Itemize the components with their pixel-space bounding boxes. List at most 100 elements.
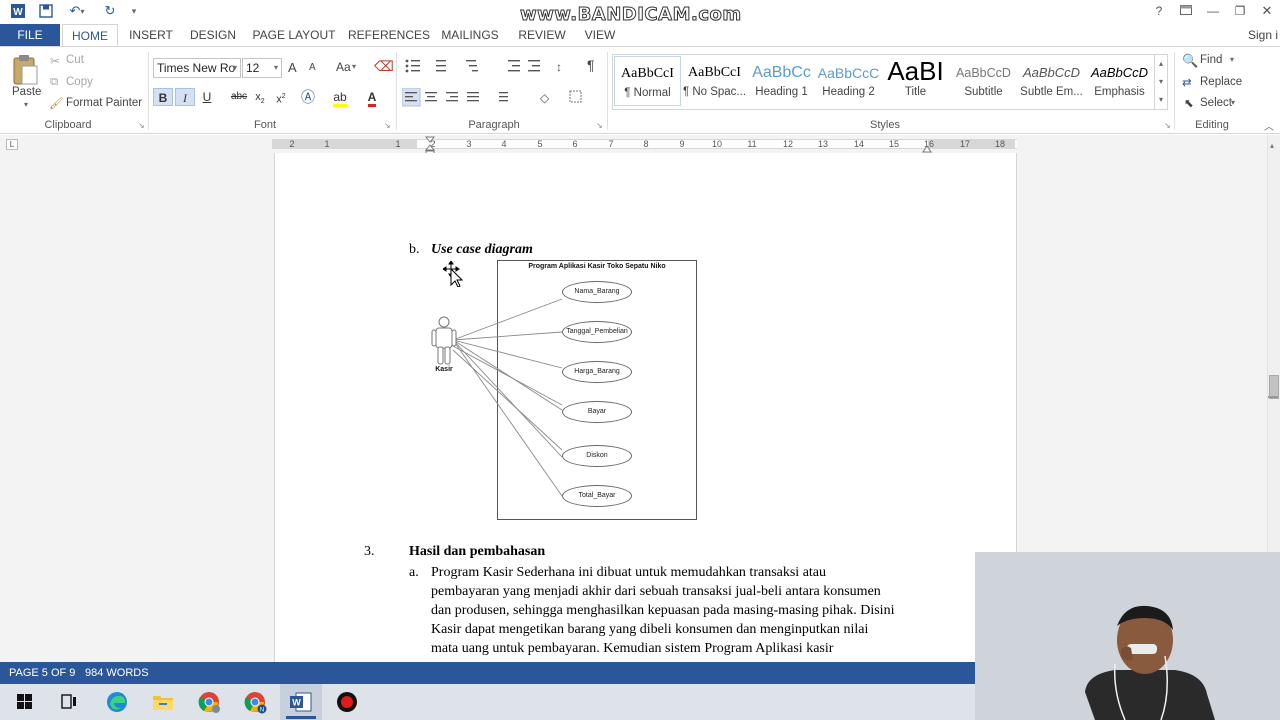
ruler-number: 3: [466, 139, 472, 149]
ruler-number: 1: [395, 139, 401, 149]
copy-button[interactable]: Copy: [66, 76, 93, 88]
bandicam-record-icon[interactable]: [334, 690, 360, 714]
help-button[interactable]: ?: [1146, 2, 1172, 20]
edge-browser-icon[interactable]: [104, 690, 130, 714]
tab-page-layout[interactable]: PAGE LAYOUT: [252, 24, 336, 46]
use-case-tanggal-pembelian[interactable]: Tanggal_Pembelian: [562, 321, 632, 343]
divider: [607, 52, 608, 130]
close-icon[interactable]: ✕: [1254, 2, 1280, 20]
word-count[interactable]: 984 WORDS: [85, 664, 149, 682]
ribbon-display-options-icon[interactable]: [1173, 2, 1199, 20]
tab-design[interactable]: DESIGN: [186, 24, 240, 46]
word-taskbar-icon[interactable]: W: [288, 690, 314, 714]
paragraph-group-label: Paragraph: [468, 119, 520, 131]
restore-icon[interactable]: ❐: [1227, 2, 1253, 20]
styles-launcher-icon[interactable]: ↘: [1164, 121, 1171, 130]
sign-in-link[interactable]: Sign i: [1248, 24, 1278, 46]
style-preview: AaBbCc: [752, 64, 811, 81]
change-case-button[interactable]: Aa: [336, 60, 351, 74]
shrink-font-button[interactable]: A: [309, 62, 316, 73]
tab-view[interactable]: VIEW: [580, 24, 620, 46]
gallery-scroll-icon[interactable]: ▴ ▾ ▾: [1154, 55, 1167, 109]
use-case-diskon[interactable]: Diskon: [562, 445, 632, 467]
tab-file[interactable]: FILE: [0, 24, 60, 46]
minimize-icon[interactable]: —: [1200, 2, 1226, 20]
paragraph-line: pembayaran yang menjadi akhir dari sebua…: [431, 584, 881, 599]
strikethrough-button[interactable]: abc: [228, 88, 250, 106]
show-formatting-marks-button[interactable]: ¶: [587, 57, 595, 73]
chrome-icon[interactable]: [196, 690, 222, 714]
file-explorer-icon[interactable]: [150, 690, 176, 714]
underline-button[interactable]: U: [197, 88, 217, 106]
undo-icon[interactable]: ↶ ▾: [64, 2, 90, 20]
tab-insert[interactable]: INSERT: [126, 24, 176, 46]
style-normal[interactable]: AaBbCcI ¶ Normal: [614, 56, 681, 106]
customize-quick-access-icon[interactable]: ▾: [124, 2, 144, 20]
use-case-harga-barang[interactable]: Harga_Barang: [562, 361, 632, 383]
clipboard-group-label: Clipboard: [44, 119, 92, 131]
tab-references[interactable]: REFERENCES: [348, 24, 430, 46]
webcam-overlay: [975, 552, 1280, 720]
svg-text:↕: ↕: [556, 60, 562, 74]
font-color-icon[interactable]: A: [362, 88, 382, 107]
style-subtitle[interactable]: AaBbCcD Subtitle: [950, 56, 1017, 106]
style-title[interactable]: AaBI Title: [882, 56, 949, 106]
use-case-bayar[interactable]: Bayar: [562, 401, 632, 423]
actor-icon[interactable]: [430, 316, 458, 366]
redo-icon[interactable]: ↻: [100, 2, 120, 20]
chrome-profile-icon[interactable]: N: [242, 690, 268, 714]
clipboard-launcher-icon[interactable]: ↘: [138, 121, 145, 130]
tab-home[interactable]: HOME: [62, 24, 118, 46]
superscript-button[interactable]: x2: [271, 88, 291, 106]
select-button[interactable]: Select: [1200, 97, 1232, 109]
font-name-input[interactable]: Times New Ro ▾: [153, 58, 241, 78]
ruler-number: 2: [289, 139, 295, 149]
font-group-label: Font: [253, 119, 276, 131]
word-app-icon[interactable]: W: [8, 2, 28, 20]
tab-selector-icon[interactable]: L: [6, 139, 18, 150]
paste-icon[interactable]: [10, 54, 40, 88]
tab-mailings[interactable]: MAILINGS: [438, 24, 502, 46]
style-subtle-emphasis[interactable]: AaBbCcD Subtle Em...: [1018, 56, 1085, 106]
replace-button[interactable]: Replace: [1200, 76, 1242, 88]
subscript-button[interactable]: x2: [250, 88, 270, 106]
paste-dropdown-icon[interactable]: ▾: [24, 100, 28, 109]
task-view-icon[interactable]: [56, 690, 82, 714]
style-preview: AaBbCcD: [956, 66, 1011, 80]
font-launcher-icon[interactable]: ↘: [384, 121, 391, 130]
right-indent-marker-icon[interactable]: [922, 142, 932, 153]
actor-label: Kasir: [435, 366, 453, 373]
highlight-color-icon[interactable]: ab: [330, 88, 350, 107]
scroll-up-icon[interactable]: ▴: [1270, 141, 1274, 150]
style-name: Title: [904, 86, 927, 98]
format-painter-button[interactable]: Format Painter: [66, 97, 142, 109]
font-size-input[interactable]: 12 ▾: [242, 58, 282, 78]
find-button[interactable]: Find: [1200, 54, 1222, 66]
taskbar: [0, 684, 975, 720]
page-counter[interactable]: PAGE 5 OF 9: [9, 664, 75, 682]
text-effects-icon[interactable]: Ⓐ: [298, 88, 318, 106]
use-case-total-bayar[interactable]: Total_Bayar: [562, 485, 632, 507]
cut-button[interactable]: Cut: [66, 54, 84, 66]
status-bar: PAGE 5 OF 9 984 WORDS: [0, 662, 980, 684]
style-no-spacing[interactable]: AaBbCcI ¶ No Spac...: [681, 56, 748, 106]
save-icon[interactable]: [36, 2, 56, 20]
italic-button[interactable]: I: [175, 88, 195, 106]
ruler-number: 8: [643, 139, 649, 149]
style-heading-2[interactable]: AaBbCcC Heading 2: [815, 56, 882, 106]
style-emphasis[interactable]: AaBbCcD Emphasis: [1086, 56, 1153, 106]
windows-start-icon[interactable]: [12, 690, 38, 714]
clear-formatting-icon[interactable]: ⌫: [374, 58, 394, 75]
ruler-number: 15: [888, 139, 899, 149]
style-heading-1[interactable]: AaBbCc Heading 1: [748, 56, 815, 106]
grow-font-button[interactable]: A: [288, 60, 297, 75]
paste-button[interactable]: Paste: [12, 86, 41, 98]
paragraph-launcher-icon[interactable]: ↘: [596, 121, 603, 130]
style-preview: AaBI: [887, 56, 944, 86]
tab-review[interactable]: REVIEW: [514, 24, 570, 46]
use-case-nama-barang[interactable]: Nama_Barang: [562, 281, 632, 303]
collapse-ribbon-icon[interactable]: ︿: [1264, 118, 1274, 133]
bold-button[interactable]: B: [153, 88, 173, 106]
scroll-position-mark: [1268, 396, 1278, 398]
use-case-association-lines: [452, 298, 563, 497]
